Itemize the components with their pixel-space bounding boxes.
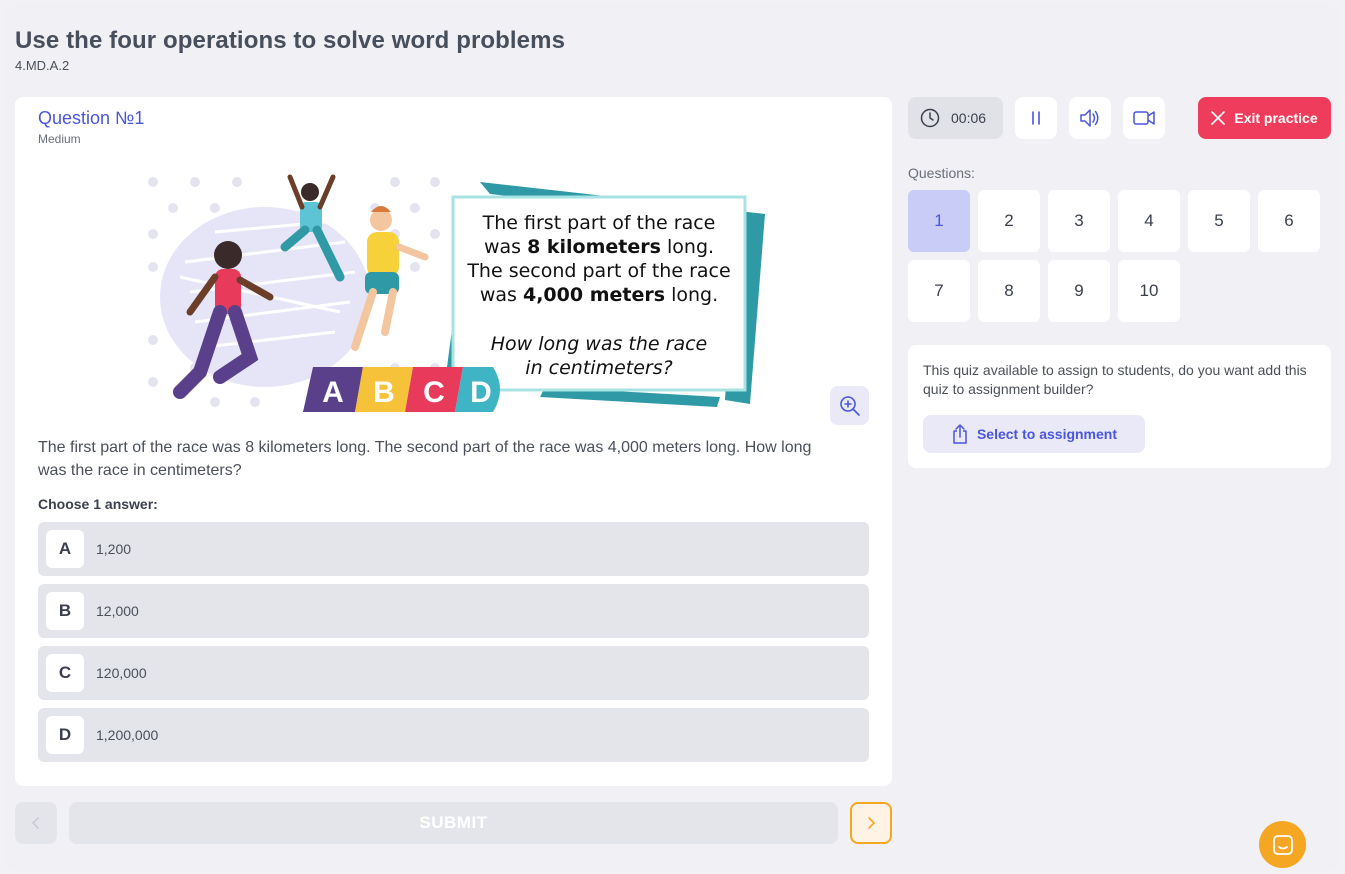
exit-practice-button[interactable]: Exit practice: [1198, 97, 1331, 139]
chevron-right-icon: [868, 817, 876, 829]
chat-icon: [1272, 834, 1293, 855]
choose-answer-label: Choose 1 answer:: [38, 496, 158, 512]
badge-a: A: [322, 376, 344, 409]
select-to-assignment-label: Select to assignment: [976, 426, 1118, 442]
race-illustration-image: The first part of the race was 8 kilomet…: [148, 174, 765, 412]
question-nav-5[interactable]: 5: [1188, 190, 1250, 252]
bubble-line-5: How long was the race: [491, 333, 707, 355]
question-nav-4[interactable]: 4: [1118, 190, 1180, 252]
question-nav-10[interactable]: 10: [1118, 260, 1180, 322]
share-upload-icon: [953, 424, 967, 444]
video-camera-icon: [1133, 111, 1155, 125]
exit-practice-label: Exit practice: [1234, 110, 1318, 126]
next-question-button[interactable]: [850, 802, 892, 844]
question-navigator: 1 2 3 4 5 6 7 8 9 10: [908, 190, 1328, 322]
video-button[interactable]: [1123, 97, 1165, 139]
clock-icon: [920, 108, 940, 128]
assignment-prompt: This quiz available to assign to student…: [923, 362, 1307, 397]
answer-value: 12,000: [96, 603, 139, 619]
close-icon: [1211, 111, 1226, 125]
answer-letter: A: [46, 530, 84, 568]
question-nav-8[interactable]: 8: [978, 260, 1040, 322]
zoom-image-button[interactable]: [830, 386, 869, 425]
question-nav-6[interactable]: 6: [1258, 190, 1320, 252]
answer-option-b[interactable]: B 12,000: [38, 584, 869, 638]
question-illustration: The first part of the race was 8 kilomet…: [145, 172, 775, 417]
chat-support-button[interactable]: [1259, 821, 1306, 868]
answer-letter: B: [46, 592, 84, 630]
timer-value: 00:06: [951, 110, 987, 126]
bubble-line-3: The second part of the race: [466, 260, 730, 282]
badge-d: D: [470, 376, 492, 409]
answer-list: A 1,200 B 12,000 C 120,000 D 1,200,000: [38, 522, 869, 770]
answer-letter: C: [46, 654, 84, 692]
question-card: Question №1 Medium The first part of the…: [15, 97, 892, 786]
answer-option-a[interactable]: A 1,200: [38, 522, 869, 576]
question-nav-1[interactable]: 1: [908, 190, 970, 252]
previous-question-button[interactable]: [15, 802, 57, 844]
bubble-line-6: in centimeters?: [525, 357, 672, 379]
chevron-left-icon: [31, 817, 39, 829]
question-nav-2[interactable]: 2: [978, 190, 1040, 252]
bubble-line-4: was 4,000 meters long.: [480, 284, 718, 306]
question-nav-7[interactable]: 7: [908, 260, 970, 322]
timer-display: 00:06: [908, 97, 1003, 139]
answer-value: 1,200,000: [96, 727, 159, 743]
submit-button[interactable]: SUBMIT: [69, 802, 838, 844]
runner-man-figure: [351, 206, 429, 351]
bubble-line-2: was 8 kilometers long.: [484, 236, 714, 258]
badge-b: B: [373, 376, 395, 409]
speaker-icon: [1080, 109, 1099, 127]
pause-button[interactable]: [1015, 97, 1057, 139]
pause-icon: [1032, 111, 1040, 125]
answer-option-c[interactable]: C 120,000: [38, 646, 869, 700]
question-text: The first part of the race was 8 kilomet…: [38, 439, 812, 479]
badge-c: C: [423, 376, 445, 409]
audio-button[interactable]: [1069, 97, 1111, 139]
standard-code: 4.MD.A.2: [15, 58, 70, 73]
answer-value: 1,200: [96, 541, 132, 557]
answer-letter: D: [46, 716, 84, 754]
questions-label: Questions:: [908, 165, 975, 181]
question-title: Question №1: [38, 108, 145, 128]
bubble-line-1: The first part of the race: [482, 212, 716, 234]
page-title: Use the four operations to solve word pr…: [15, 27, 566, 54]
zoom-in-icon: [839, 395, 860, 416]
question-difficulty: Medium: [38, 132, 81, 146]
answer-option-d[interactable]: D 1,200,000: [38, 708, 869, 762]
assignment-card: This quiz available to assign to student…: [908, 345, 1331, 468]
select-to-assignment-button[interactable]: Select to assignment: [923, 415, 1145, 453]
answer-value: 120,000: [96, 665, 147, 681]
question-nav-3[interactable]: 3: [1048, 190, 1110, 252]
question-nav-9[interactable]: 9: [1048, 260, 1110, 322]
